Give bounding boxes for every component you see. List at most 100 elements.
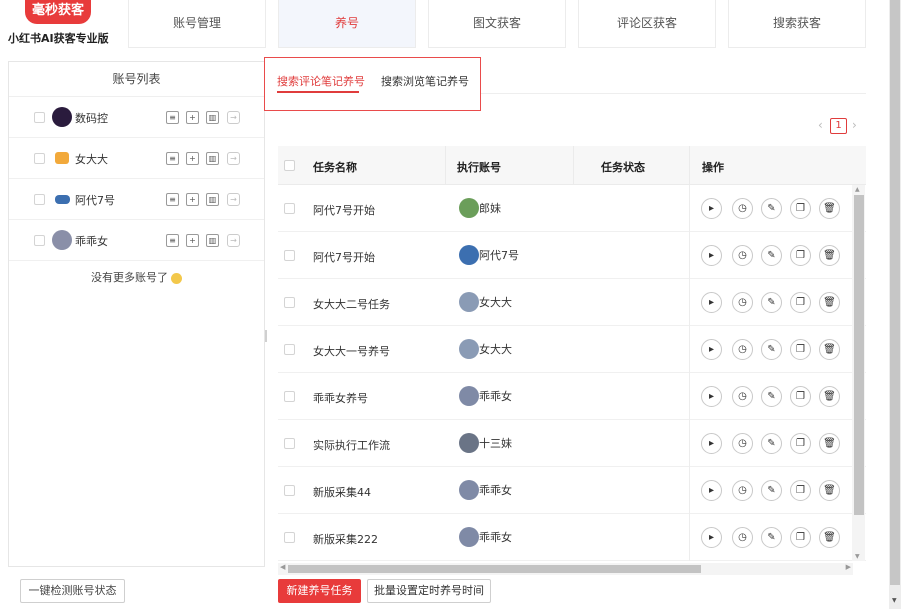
chart-icon[interactable]: ▥ <box>206 152 219 165</box>
avatar <box>459 386 479 406</box>
account-checkbox[interactable] <box>34 194 45 205</box>
table-header: 任务名称 执行账号 任务状态 操作 <box>278 146 866 185</box>
edit-icon[interactable]: ✎ <box>761 245 782 266</box>
detail-icon[interactable]: ≡ <box>166 152 179 165</box>
nav-comment-leads[interactable]: 评论区获客 <box>578 0 716 48</box>
select-all-checkbox[interactable] <box>284 160 295 171</box>
run-icon[interactable]: ▸ <box>701 433 722 454</box>
run-icon[interactable]: ▸ <box>701 245 722 266</box>
table-horizontal-scrollbar[interactable]: ◀ ▶ <box>278 563 853 575</box>
smile-emoji-icon <box>171 272 182 284</box>
delete-icon[interactable]: 🗑 <box>819 292 840 313</box>
pagination-prev-button[interactable]: ‹ <box>818 118 823 132</box>
delete-icon[interactable]: 🗑 <box>819 245 840 266</box>
delete-icon[interactable]: 🗑 <box>819 480 840 501</box>
vertical-scroll-thumb[interactable] <box>854 195 864 515</box>
run-icon[interactable]: ▸ <box>701 198 722 219</box>
row-checkbox[interactable] <box>284 532 295 543</box>
clock-icon[interactable]: ◷ <box>732 292 753 313</box>
pagination-page-1[interactable]: 1 <box>830 118 847 134</box>
panel-resize-handle[interactable] <box>265 330 267 342</box>
batch-schedule-button[interactable]: 批量设置定时养号时间 <box>367 579 491 603</box>
copy-icon[interactable]: ❐ <box>790 386 811 407</box>
nav-account-management[interactable]: 账号管理 <box>128 0 266 48</box>
edit-icon[interactable]: ✎ <box>761 527 782 548</box>
scroll-left-arrow-icon[interactable]: ◀ <box>280 563 285 571</box>
nav-search-leads[interactable]: 搜索获客 <box>728 0 866 48</box>
row-checkbox[interactable] <box>284 250 295 261</box>
edit-icon[interactable]: ✎ <box>761 292 782 313</box>
run-icon[interactable]: ▸ <box>701 527 722 548</box>
scroll-up-arrow-icon[interactable]: ▲ <box>855 186 860 193</box>
page-scroll-thumb[interactable] <box>890 0 900 585</box>
detail-icon[interactable]: ≡ <box>166 111 179 124</box>
row-checkbox[interactable] <box>284 344 295 355</box>
clock-icon[interactable]: ◷ <box>732 480 753 501</box>
table-vertical-scrollbar[interactable]: ▲ ▼ <box>852 185 865 561</box>
chart-icon[interactable]: ▥ <box>206 234 219 247</box>
delete-icon[interactable]: 🗑 <box>819 339 840 360</box>
account-checkbox[interactable] <box>34 235 45 246</box>
run-icon[interactable]: ▸ <box>701 480 722 501</box>
add-icon[interactable]: + <box>186 234 199 247</box>
nav-nurture[interactable]: 养号 <box>278 0 416 48</box>
copy-icon[interactable]: ❐ <box>790 527 811 548</box>
edit-icon[interactable]: ✎ <box>761 198 782 219</box>
row-checkbox[interactable] <box>284 297 295 308</box>
logout-icon[interactable]: → <box>227 152 240 165</box>
add-icon[interactable]: + <box>186 152 199 165</box>
avatar <box>459 527 479 547</box>
horizontal-scroll-thumb[interactable] <box>288 565 701 573</box>
copy-icon[interactable]: ❐ <box>790 198 811 219</box>
delete-icon[interactable]: 🗑 <box>819 198 840 219</box>
run-icon[interactable]: ▸ <box>701 292 722 313</box>
copy-icon[interactable]: ❐ <box>790 339 811 360</box>
clock-icon[interactable]: ◷ <box>732 339 753 360</box>
logout-icon[interactable]: → <box>227 111 240 124</box>
detail-icon[interactable]: ≡ <box>166 193 179 206</box>
page-scrollbar[interactable]: ▼ <box>889 0 901 609</box>
page-scroll-down-icon[interactable]: ▼ <box>892 597 897 604</box>
delete-icon[interactable]: 🗑 <box>819 386 840 407</box>
clock-icon[interactable]: ◷ <box>732 386 753 407</box>
delete-icon[interactable]: 🗑 <box>819 527 840 548</box>
chart-icon[interactable]: ▥ <box>206 111 219 124</box>
copy-icon[interactable]: ❐ <box>790 480 811 501</box>
delete-icon[interactable]: 🗑 <box>819 433 840 454</box>
detail-icon[interactable]: ≡ <box>166 234 179 247</box>
account-checkbox[interactable] <box>34 112 45 123</box>
clock-icon[interactable]: ◷ <box>732 433 753 454</box>
row-checkbox[interactable] <box>284 438 295 449</box>
logout-icon[interactable]: → <box>227 193 240 206</box>
account-row: 数码控 ≡ + ▥ → <box>9 97 264 138</box>
copy-icon[interactable]: ❐ <box>790 292 811 313</box>
clock-icon[interactable]: ◷ <box>732 527 753 548</box>
pagination-next-button[interactable]: › <box>852 118 857 132</box>
add-icon[interactable]: + <box>186 193 199 206</box>
check-account-status-button[interactable]: 一键检测账号状态 <box>20 579 125 603</box>
run-icon[interactable]: ▸ <box>701 339 722 360</box>
row-checkbox[interactable] <box>284 391 295 402</box>
account-checkbox[interactable] <box>34 153 45 164</box>
edit-icon[interactable]: ✎ <box>761 339 782 360</box>
scroll-right-arrow-icon[interactable]: ▶ <box>846 563 851 571</box>
clock-icon[interactable]: ◷ <box>732 245 753 266</box>
tab-search-browse-nurture[interactable]: 搜索浏览笔记养号 <box>381 73 469 89</box>
ops-separator <box>689 514 690 561</box>
clock-icon[interactable]: ◷ <box>732 198 753 219</box>
edit-icon[interactable]: ✎ <box>761 480 782 501</box>
new-nurture-task-button[interactable]: 新建养号任务 <box>278 579 361 603</box>
row-checkbox[interactable] <box>284 203 295 214</box>
row-checkbox[interactable] <box>284 485 295 496</box>
nav-image-text-leads[interactable]: 图文获客 <box>428 0 566 48</box>
chart-icon[interactable]: ▥ <box>206 193 219 206</box>
run-icon[interactable]: ▸ <box>701 386 722 407</box>
edit-icon[interactable]: ✎ <box>761 433 782 454</box>
logout-icon[interactable]: → <box>227 234 240 247</box>
copy-icon[interactable]: ❐ <box>790 245 811 266</box>
scroll-down-arrow-icon[interactable]: ▼ <box>855 553 860 560</box>
tab-search-comment-nurture[interactable]: 搜索评论笔记养号 <box>277 73 365 89</box>
copy-icon[interactable]: ❐ <box>790 433 811 454</box>
edit-icon[interactable]: ✎ <box>761 386 782 407</box>
add-icon[interactable]: + <box>186 111 199 124</box>
